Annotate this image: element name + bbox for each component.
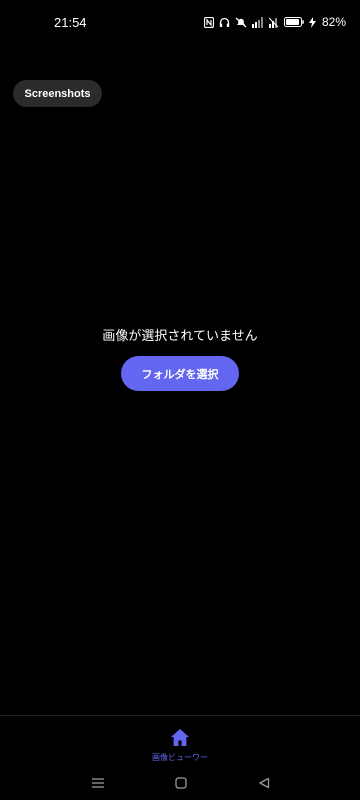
mute-icon [235,15,247,29]
battery-percent: 82% [321,15,346,29]
status-time: 21:54 [54,15,87,30]
nav-item-image-viewer[interactable]: 画像ビューワー [140,728,220,766]
signal-icon-2 [268,15,279,29]
menu-icon[interactable] [92,774,104,793]
nav-item-label: 画像ビューワー [152,753,208,762]
headphones-icon [219,15,230,29]
home-square-icon[interactable] [175,774,187,793]
nfc-icon [203,15,214,29]
bottom-nav: 画像ビューワー [0,715,360,768]
back-triangle-icon[interactable] [258,774,270,793]
signal-icon [251,15,264,29]
status-bar: 21:54 82% [0,0,360,44]
select-folder-button[interactable]: フォルダを選択 [121,356,239,391]
home-icon [170,728,190,751]
status-icons: 82% [203,14,346,30]
system-nav-bar [0,768,360,800]
empty-state-message: 画像が選択されていません [102,329,258,344]
charging-icon [308,15,316,29]
screenshots-chip[interactable]: Screenshots [13,80,102,107]
battery-icon [283,15,304,29]
